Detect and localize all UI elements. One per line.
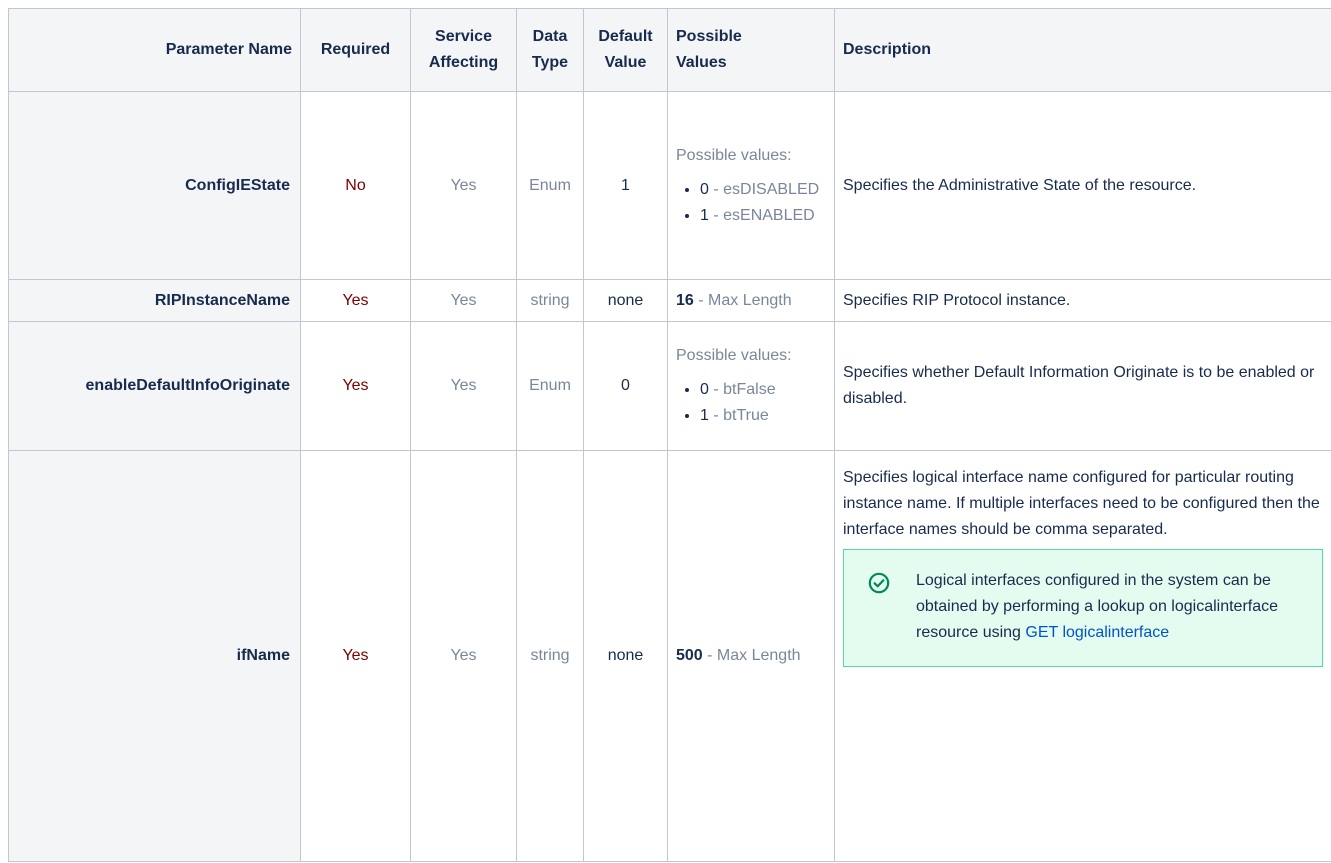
- param-data-type: Enum: [516, 91, 584, 280]
- possible-value-number: 1: [700, 206, 709, 224]
- possible-values-title: Possible values:: [676, 347, 792, 364]
- possible-value-name: esENABLED: [723, 206, 815, 224]
- possible-value-separator: -: [708, 407, 724, 424]
- list-item: 1 - btTrue: [700, 403, 826, 429]
- param-default-value: 1: [583, 91, 668, 280]
- param-required: Yes: [300, 450, 411, 862]
- param-name: ConfigIEState: [8, 91, 301, 280]
- check-circle-icon: [868, 572, 890, 594]
- header-data-type: Data Type: [516, 8, 584, 92]
- param-default-value: 0: [583, 321, 668, 451]
- header-data-type-line1: Data: [532, 28, 568, 45]
- table-row: ConfigIEState No Yes Enum 1 Possible val…: [8, 91, 1331, 280]
- param-service-affecting: Yes: [410, 321, 517, 451]
- possible-value-separator: -: [708, 206, 724, 224]
- table-row: RIPInstanceName Yes Yes string none 16 -…: [8, 279, 1331, 322]
- param-service-affecting: Yes: [410, 91, 517, 280]
- header-possible-values-line1: Possible: [676, 28, 742, 45]
- possible-value-separator: -: [708, 180, 724, 198]
- info-panel: Logical interfaces configured in the sys…: [843, 549, 1323, 667]
- header-parameter-name: Parameter Name: [8, 8, 301, 92]
- header-default-value-line2: Value: [604, 54, 647, 71]
- header-possible-values: Possible Values: [667, 8, 835, 92]
- possible-value-name: esDISABLED: [723, 180, 820, 198]
- param-service-affecting: Yes: [410, 279, 517, 322]
- param-description: Specifies the Administrative State of th…: [834, 91, 1331, 280]
- param-description: Specifies whether Default Information Or…: [834, 321, 1331, 451]
- possible-values-list: 0 - btFalse 1 - btTrue: [676, 377, 826, 429]
- get-logicalinterface-link[interactable]: GET logicalinterface: [1025, 624, 1169, 641]
- header-service-affecting-line2: Affecting: [428, 54, 499, 71]
- param-name: enableDefaultInfoOriginate: [8, 321, 301, 451]
- header-required: Required: [300, 8, 411, 92]
- possible-value-number: 1: [700, 407, 709, 424]
- header-default-value: Default Value: [583, 8, 668, 92]
- max-length-number: 500: [676, 647, 703, 664]
- param-data-type: Enum: [516, 321, 584, 451]
- possible-values-list: 0 - esDISABLED 1 - esENABLED: [676, 177, 826, 229]
- possible-value-name: btFalse: [723, 381, 776, 398]
- param-default-value: none: [583, 279, 668, 322]
- max-length-unit: - Max Length: [702, 647, 801, 664]
- param-possible-values: 16 - Max Length: [667, 279, 835, 322]
- table-row: ifName Yes Yes string none 500 - Max Len…: [8, 450, 1331, 862]
- param-name: ifName: [8, 450, 301, 862]
- possible-value-number: 0: [700, 180, 709, 198]
- param-data-type: string: [516, 450, 584, 862]
- table-row: enableDefaultInfoOriginate Yes Yes Enum …: [8, 321, 1331, 451]
- param-description: Specifies RIP Protocol instance.: [834, 279, 1331, 322]
- possible-values-title: Possible values:: [676, 146, 792, 164]
- list-item: 0 - esDISABLED: [700, 177, 826, 203]
- param-name: RIPInstanceName: [8, 279, 301, 322]
- header-row: Parameter Name Required Service Affecting…: [8, 8, 1331, 92]
- param-description: Specifies logical interface name configu…: [834, 450, 1331, 862]
- header-data-type-line2: Type: [531, 54, 569, 71]
- param-required: Yes: [300, 279, 411, 322]
- param-default-value: none: [583, 450, 668, 862]
- param-required: Yes: [300, 321, 411, 451]
- param-required: No: [300, 91, 411, 280]
- possible-value-name: btTrue: [723, 407, 769, 424]
- header-description: Description: [834, 8, 1331, 92]
- possible-value-separator: -: [708, 381, 724, 398]
- description-text: Specifies logical interface name configu…: [843, 469, 1320, 538]
- param-possible-values: Possible values: 0 - esDISABLED 1 - esEN…: [667, 91, 835, 280]
- max-length-unit: - Max Length: [693, 291, 792, 309]
- param-data-type: string: [516, 279, 584, 322]
- list-item: 0 - btFalse: [700, 377, 826, 403]
- header-possible-values-line2: Values: [676, 54, 727, 71]
- max-length-number: 16: [676, 291, 694, 309]
- parameters-table: Parameter Name Required Service Affecting…: [8, 8, 1331, 862]
- list-item: 1 - esENABLED: [700, 203, 826, 229]
- param-possible-values: 500 - Max Length: [667, 450, 835, 862]
- param-possible-values: Possible values: 0 - btFalse 1 - btTrue: [667, 321, 835, 451]
- param-service-affecting: Yes: [410, 450, 517, 862]
- header-service-affecting-line1: Service: [435, 28, 492, 45]
- header-default-value-line1: Default: [598, 28, 653, 45]
- possible-value-number: 0: [700, 381, 709, 398]
- header-service-affecting: Service Affecting: [410, 8, 517, 92]
